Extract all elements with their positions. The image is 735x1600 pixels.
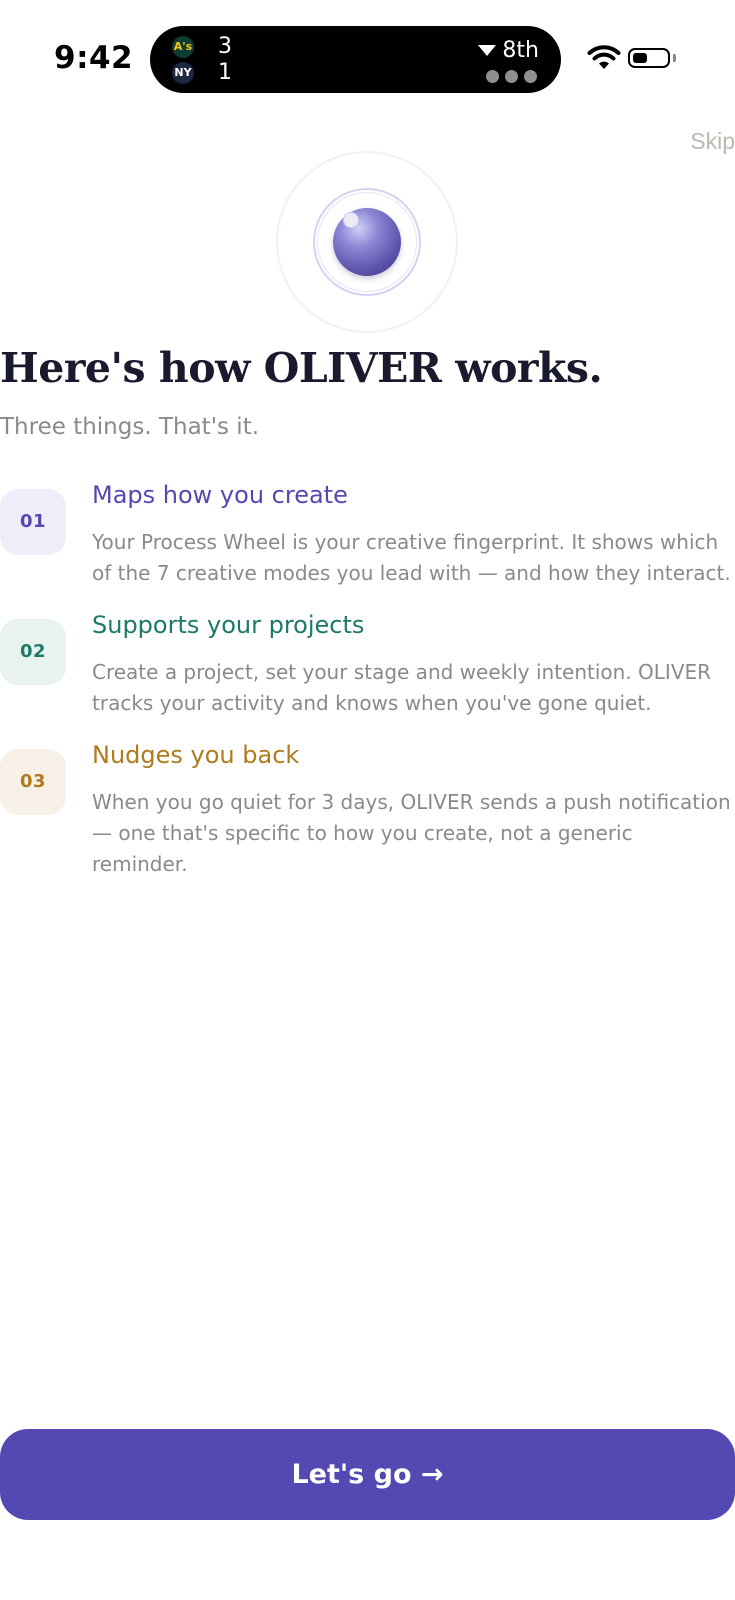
orb-highlight-dot — [343, 212, 359, 228]
team-a-score: 3 — [218, 34, 232, 59]
step-number-badge: 02 — [0, 619, 66, 685]
step-number-badge: 01 — [0, 489, 66, 555]
step-description: Create a project, set your stage and wee… — [92, 660, 712, 715]
bases-indicator — [486, 70, 537, 83]
oliver-orb-logo — [276, 151, 458, 333]
lets-go-button[interactable]: Let's go → — [0, 1429, 735, 1520]
team-b-logo: NY — [172, 62, 194, 84]
battery-nub — [673, 54, 676, 62]
base-dot-icon — [524, 70, 537, 83]
team-b-score: 1 — [218, 60, 232, 85]
base-dot-icon — [505, 70, 518, 83]
base-dot-icon — [486, 70, 499, 83]
status-time: 9:42 — [54, 40, 134, 76]
step-title: Nudges you back — [92, 741, 300, 769]
step-description: When you go quiet for 3 days, OLIVER sen… — [92, 790, 731, 876]
skip-button[interactable]: Skip — [690, 128, 735, 155]
battery-icon — [628, 48, 670, 68]
page-subtitle: Three things. That's it. — [0, 414, 260, 440]
step-title: Maps how you create — [92, 481, 348, 509]
wifi-icon — [587, 45, 621, 69]
dynamic-island-live-activity[interactable]: A's NY 3 1 8th — [150, 26, 561, 93]
step-description: Your Process Wheel is your creative fing… — [92, 530, 731, 585]
inning-label: 8th — [502, 38, 539, 63]
step-number-badge: 03 — [0, 749, 66, 815]
inning-indicator: 8th — [478, 38, 539, 63]
page-title: Here's how OLIVER works. — [0, 344, 603, 392]
inning-arrow-icon — [478, 45, 497, 56]
team-a-logo: A's — [172, 36, 194, 58]
step-title: Supports your projects — [92, 611, 365, 639]
